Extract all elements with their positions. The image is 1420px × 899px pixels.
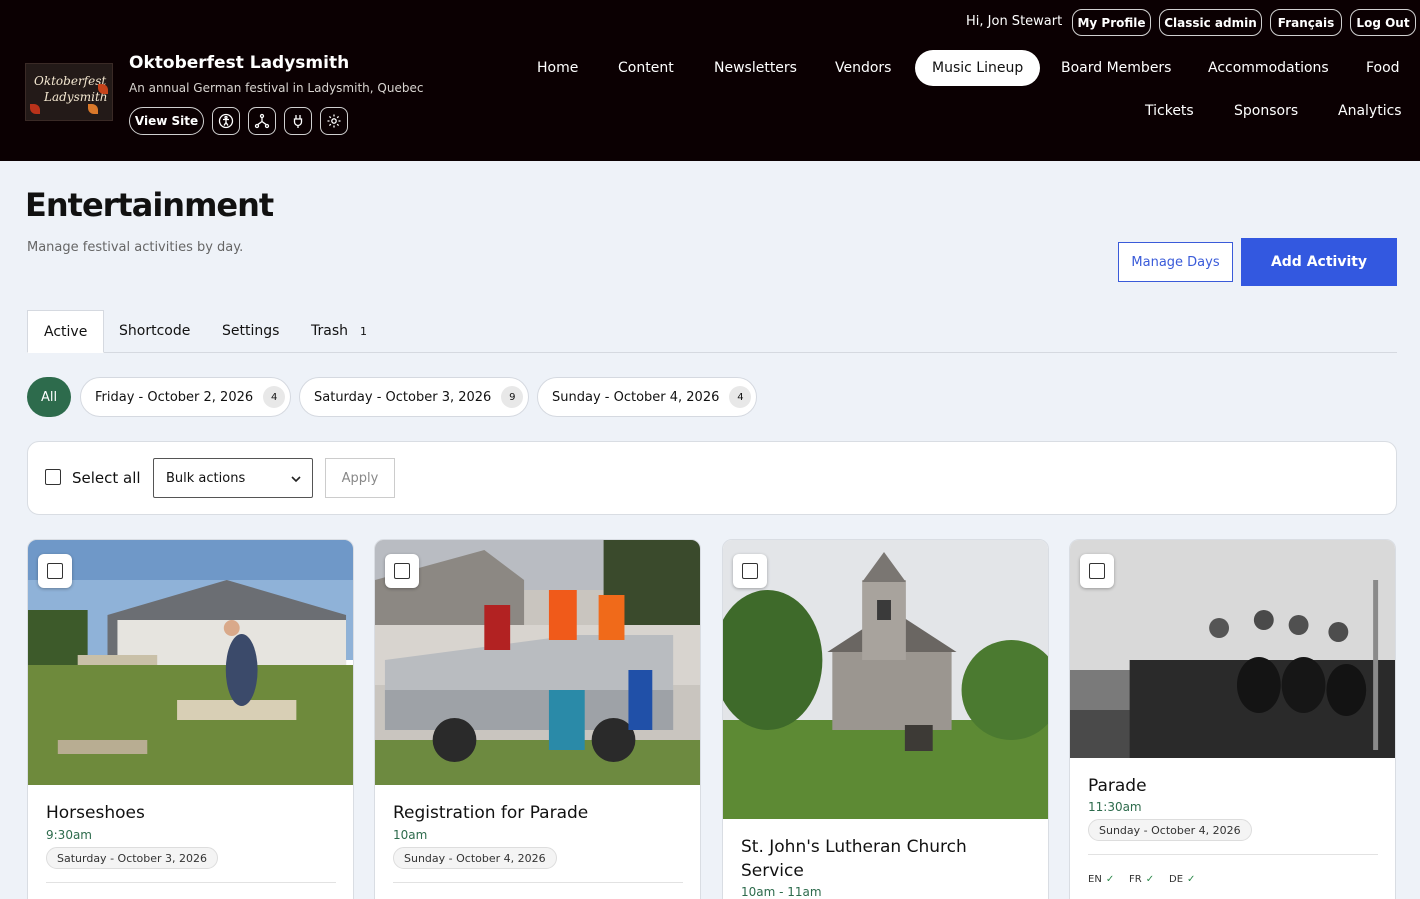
activity-day-badge: Sunday - October 4, 2026 [393, 847, 557, 869]
checkbox-box [47, 563, 63, 579]
day-filter-sunday[interactable]: Sunday - October 4, 2026 4 [537, 377, 757, 417]
day-count-badge: 4 [263, 386, 286, 408]
activity-card[interactable]: St. John's Lutheran Church Service 10am … [722, 539, 1049, 899]
tab-active[interactable]: Active [27, 310, 105, 353]
checkbox-box [394, 563, 410, 579]
activity-photo [1070, 540, 1395, 758]
activity-photo [28, 540, 353, 785]
chevron-down-icon [291, 476, 301, 483]
nav-newsletters[interactable]: Newsletters [714, 50, 797, 86]
bulk-actions-bar: Select all Bulk actions Apply [27, 441, 1397, 515]
checkbox-box [742, 563, 758, 579]
day-filter-label: Friday - October 2, 2026 [95, 389, 254, 405]
activity-time: 9:30am [46, 828, 92, 842]
logout-button[interactable]: Log Out [1350, 9, 1416, 36]
user-greeting: Hi, Jon Stewart [966, 14, 1063, 29]
divider [393, 882, 683, 883]
nav-food[interactable]: Food [1366, 50, 1400, 86]
activity-title[interactable]: Horseshoes [46, 801, 145, 825]
activity-title[interactable]: Parade [1088, 774, 1147, 798]
language-status-de: DE ✓ [1169, 874, 1195, 885]
activity-photo [375, 540, 700, 785]
nav-vendors[interactable]: Vendors [835, 50, 891, 86]
nav-music-lineup[interactable]: Music Lineup [915, 50, 1041, 86]
card-select-checkbox[interactable] [733, 554, 767, 588]
view-site-button[interactable]: View Site [129, 107, 204, 135]
check-icon: ✓ [1105, 874, 1115, 885]
activity-time: 10am - 11am [741, 885, 822, 899]
tab-trash-label: Trash [311, 323, 348, 339]
page-title: Entertainment [25, 186, 274, 224]
tab-shortcode[interactable]: Shortcode [119, 310, 190, 353]
leaf-decoration [88, 104, 98, 114]
bulk-actions-value: Bulk actions [166, 470, 246, 486]
nav-home[interactable]: Home [537, 50, 578, 86]
activity-photo [723, 540, 1048, 819]
site-title: Oktoberfest Ladysmith [129, 53, 350, 73]
top-header: Oktoberfest Ladysmith Oktoberfest Ladysm… [0, 0, 1420, 161]
site-subtitle: An annual German festival in Ladysmith, … [129, 81, 424, 95]
day-filter-all[interactable]: All [27, 377, 71, 417]
select-all-checkbox[interactable] [45, 469, 61, 485]
leaf-decoration [30, 104, 40, 114]
logo-text-line2: Ladysmith [44, 90, 108, 104]
tab-trash[interactable]: Trash 1 [311, 310, 367, 353]
accessibility-icon[interactable] [212, 107, 240, 135]
language-status-fr: FR ✓ [1129, 874, 1154, 885]
activity-card[interactable]: Registration for Parade 10am Sunday - Oc… [374, 539, 701, 899]
leaf-decoration [98, 84, 108, 94]
classic-admin-button[interactable]: Classic admin [1159, 9, 1262, 36]
card-select-checkbox[interactable] [1080, 554, 1114, 588]
checkbox-box [1089, 563, 1105, 579]
nav-sponsors[interactable]: Sponsors [1234, 93, 1298, 129]
trash-count-badge: 1 [360, 325, 367, 338]
activity-time: 10am [393, 828, 428, 842]
activity-day-badge: Sunday - October 4, 2026 [1088, 819, 1252, 841]
day-filter-friday[interactable]: Friday - October 2, 2026 4 [80, 377, 291, 417]
card-select-checkbox[interactable] [385, 554, 419, 588]
nav-board-members[interactable]: Board Members [1061, 50, 1171, 86]
day-count-badge: 4 [729, 386, 752, 408]
sitemap-icon[interactable] [248, 107, 276, 135]
check-icon: ✓ [1145, 874, 1155, 885]
apply-button[interactable]: Apply [325, 458, 395, 498]
logo-text-line1: Oktoberfest [34, 74, 107, 88]
nav-tickets[interactable]: Tickets [1145, 93, 1194, 129]
divider [1088, 854, 1378, 855]
activity-title[interactable]: St. John's Lutheran Church Service [741, 835, 1031, 883]
select-all-label[interactable]: Select all [72, 469, 141, 487]
language-code: EN [1088, 874, 1102, 885]
day-filter-label: Sunday - October 4, 2026 [552, 389, 720, 405]
manage-days-button[interactable]: Manage Days [1118, 242, 1233, 282]
activity-time: 11:30am [1088, 800, 1142, 814]
day-filter-label: Saturday - October 3, 2026 [314, 389, 492, 405]
gear-icon[interactable] [320, 107, 348, 135]
language-code: DE [1169, 874, 1184, 885]
card-select-checkbox[interactable] [38, 554, 72, 588]
tab-settings[interactable]: Settings [222, 310, 279, 353]
activity-card[interactable]: Horseshoes 9:30am Saturday - October 3, … [27, 539, 354, 899]
divider [46, 882, 336, 883]
bulk-actions-select[interactable]: Bulk actions [153, 458, 313, 498]
day-filter-saturday[interactable]: Saturday - October 3, 2026 9 [299, 377, 529, 417]
plugin-icon[interactable] [284, 107, 312, 135]
day-count-badge: 9 [501, 386, 524, 408]
nav-accommodations[interactable]: Accommodations [1208, 50, 1329, 86]
nav-content[interactable]: Content [618, 50, 674, 86]
my-profile-button[interactable]: My Profile [1072, 9, 1151, 36]
page-subtitle: Manage festival activities by day. [27, 240, 244, 255]
language-switch-button[interactable]: Français [1270, 9, 1342, 36]
language-code: FR [1129, 874, 1142, 885]
activity-day-badge: Saturday - October 3, 2026 [46, 847, 219, 869]
site-logo[interactable]: Oktoberfest Ladysmith [25, 63, 113, 121]
activity-title[interactable]: Registration for Parade [393, 801, 588, 825]
check-icon: ✓ [1187, 874, 1196, 885]
language-status-en: EN ✓ [1088, 874, 1114, 885]
add-activity-button[interactable]: Add Activity [1241, 238, 1397, 286]
nav-analytics[interactable]: Analytics [1338, 93, 1402, 129]
activity-card[interactable]: Parade 11:30am Sunday - October 4, 2026 … [1069, 539, 1396, 899]
